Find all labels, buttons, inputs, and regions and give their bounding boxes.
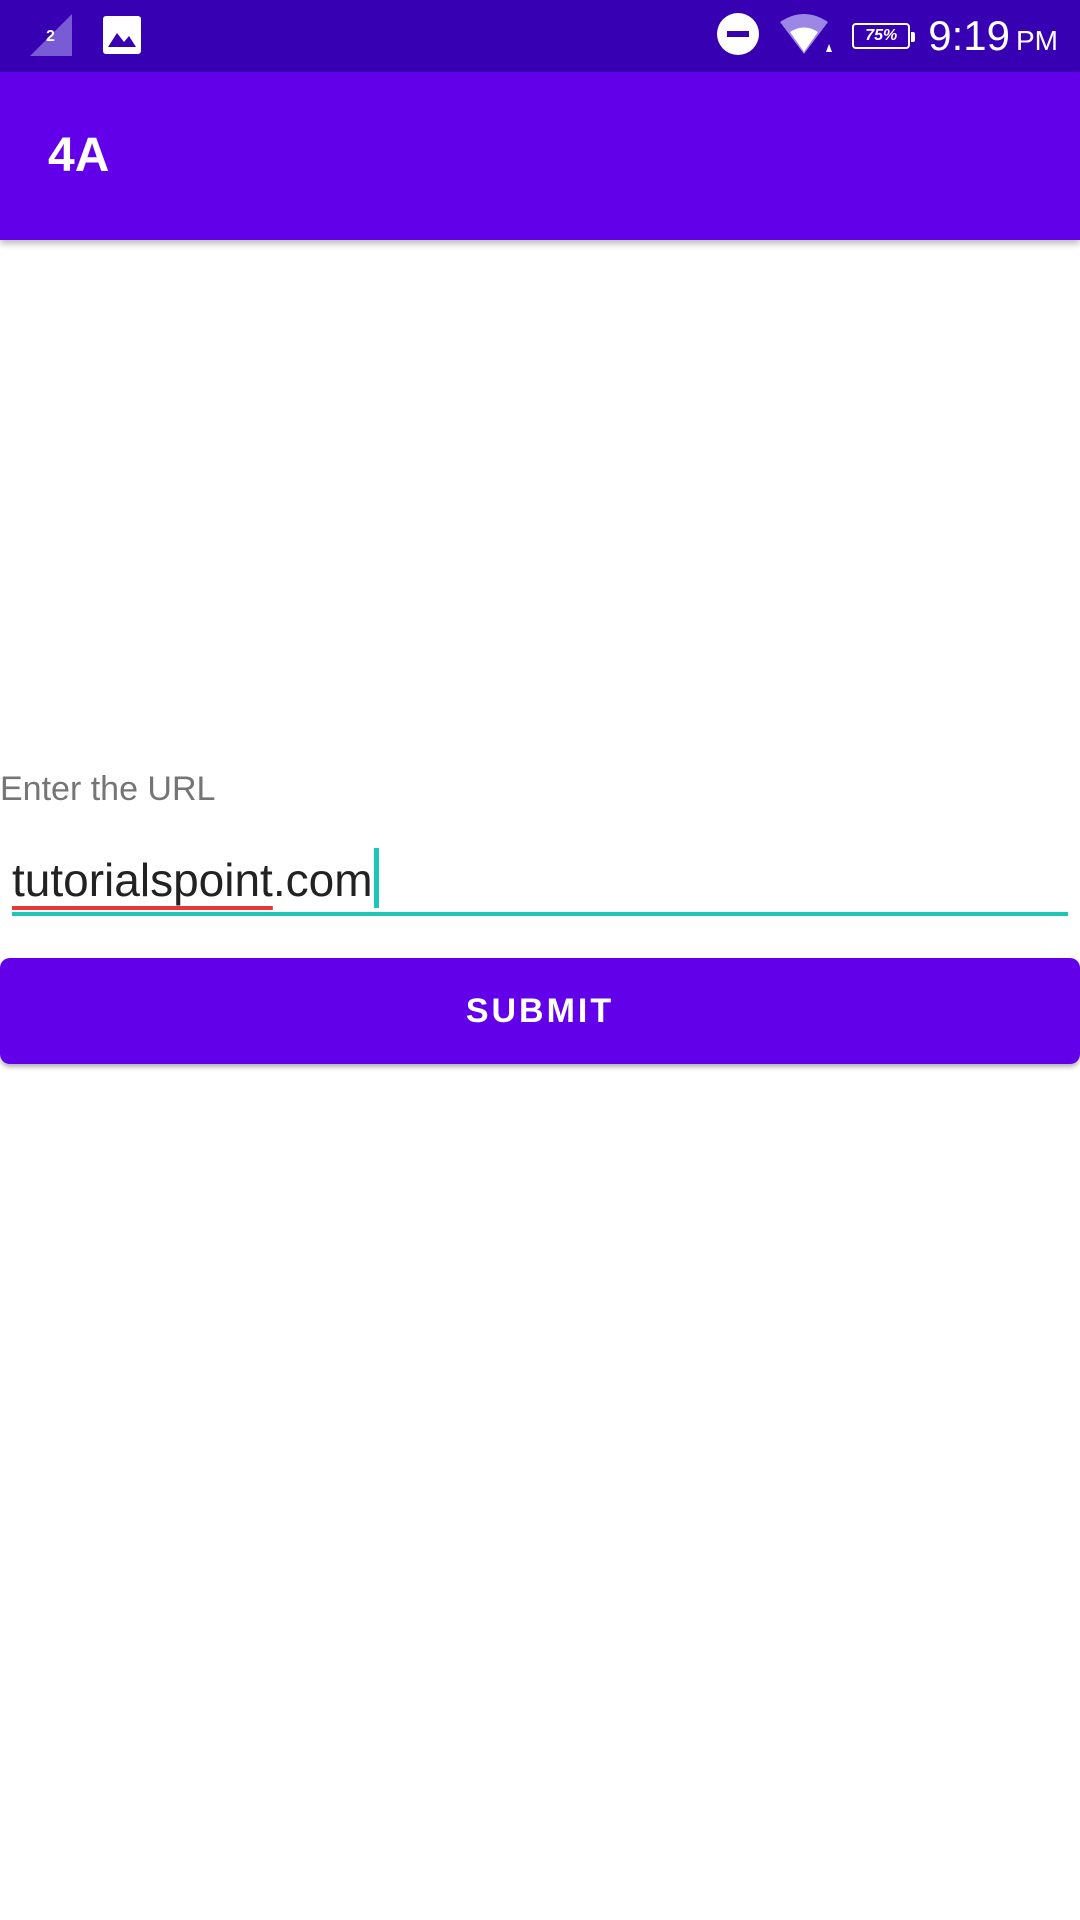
- url-label: Enter the URL: [0, 770, 216, 808]
- url-input[interactable]: tutorialspoint.com: [12, 834, 1068, 916]
- clock: 9:19 PM: [928, 12, 1058, 60]
- clock-time: 9:19: [928, 12, 1010, 59]
- misspelled-word: tutorialspoint: [12, 854, 273, 906]
- url-input-underline: [12, 912, 1068, 916]
- url-input-text[interactable]: tutorialspoint.com: [12, 848, 379, 908]
- sim-indicator: 2: [46, 28, 55, 45]
- clock-ampm: PM: [1016, 25, 1058, 56]
- status-bar: 2 75% 9:19 PM: [0, 0, 1080, 72]
- app-bar: 4A: [0, 72, 1080, 240]
- do-not-disturb-icon: [716, 12, 760, 61]
- wifi-icon: [778, 12, 834, 61]
- url-input-suffix: .com: [272, 854, 373, 906]
- text-cursor: [373, 848, 379, 908]
- image-icon: [102, 15, 142, 60]
- battery-percent: 75%: [865, 27, 898, 44]
- submit-button[interactable]: SUBMIT: [0, 958, 1080, 1064]
- battery-icon: 75%: [852, 23, 916, 49]
- status-right-icons: 75% 9:19 PM: [716, 0, 1058, 72]
- app-title: 4A: [48, 129, 110, 182]
